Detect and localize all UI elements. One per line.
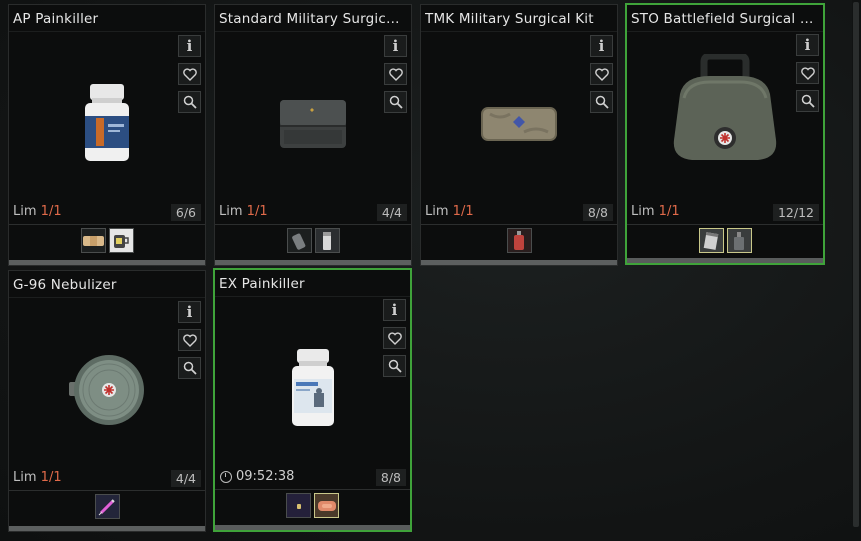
divider: [627, 224, 823, 225]
card-footer-bar: [9, 526, 205, 531]
requirement-slot[interactable]: [286, 493, 311, 518]
stock-count: 4/4: [170, 470, 201, 487]
card-footer-bar: [9, 260, 205, 265]
divider: [421, 31, 617, 32]
limit-text: Lim: [13, 204, 37, 219]
divider: [9, 297, 205, 298]
notepad-icon: [703, 231, 719, 250]
limit-value: 1/1: [658, 204, 680, 219]
item-card-sto-battlefield-surgical[interactable]: STO Battlefield Surgical S... i Lim 1/1 …: [625, 3, 825, 265]
requirement-slot[interactable]: [726, 228, 752, 253]
limit-text: Lim: [13, 470, 37, 485]
divider: [9, 490, 205, 491]
limit-label: Lim 1/1: [631, 204, 680, 219]
requirement-slot[interactable]: [314, 493, 339, 518]
scrollbar-thumb[interactable]: [853, 2, 859, 527]
limit-value: 1/1: [40, 204, 62, 219]
item-image: [9, 315, 205, 465]
small-pill-icon: [296, 503, 301, 509]
item-title: AP Painkiller: [13, 11, 99, 27]
canister-icon: [514, 230, 524, 250]
divider: [9, 31, 205, 32]
divider: [215, 224, 411, 225]
divider: [215, 296, 410, 297]
requirement-slot[interactable]: [314, 228, 340, 253]
item-image: [215, 314, 410, 464]
stock-count: 8/8: [375, 469, 406, 486]
limit-text: Lim: [219, 204, 243, 219]
requirement-slot[interactable]: [286, 228, 312, 253]
soap-icon: [317, 500, 336, 511]
stock-count: 4/4: [376, 204, 407, 221]
limit-value: 1/1: [246, 204, 268, 219]
divider: [215, 31, 411, 32]
item-card-ap-painkiller[interactable]: AP Painkiller i Lim 1/1 6/6: [8, 4, 206, 266]
limit-text: Lim: [425, 204, 449, 219]
bandage-icon: [82, 235, 104, 246]
clock-icon: [220, 470, 232, 483]
requirement-slot[interactable]: [94, 494, 120, 519]
battlefield-bag-image: [673, 54, 777, 160]
requirements-row: [215, 493, 410, 519]
timer-value: 09:52:38: [236, 469, 295, 484]
limit-text: Lim: [631, 204, 655, 219]
item-image: [215, 49, 411, 199]
nebulizer-image: [69, 355, 144, 425]
item-image: [421, 49, 617, 199]
requirements-row: [627, 228, 823, 254]
limit-value: 1/1: [452, 204, 474, 219]
surgical-kit-image: [481, 107, 557, 141]
requirements-row: [9, 228, 205, 254]
item-title: G-96 Nebulizer: [13, 277, 117, 293]
limit-label: Lim 1/1: [13, 204, 62, 219]
divider: [9, 224, 205, 225]
item-image: [627, 25, 823, 195]
limit-label: Lim 1/1: [219, 204, 268, 219]
item-card-ex-painkiller[interactable]: EX Painkiller i 09:52:38 8/8: [213, 268, 412, 532]
surgical-pouch-image: [280, 100, 346, 148]
pill-bottle-image: [291, 349, 334, 426]
limit-label: Lim 1/1: [13, 470, 62, 485]
item-card-tmk-military-surgical-kit[interactable]: TMK Military Surgical Kit i Lim 1/1 8/8: [420, 4, 618, 266]
limit-value: 1/1: [40, 470, 62, 485]
syringe-icon: [98, 498, 115, 515]
pill-bottle-image: [85, 84, 129, 161]
item-title: Standard Military Surgical...: [219, 11, 407, 27]
divider: [421, 224, 617, 225]
limit-label: Lim 1/1: [425, 204, 474, 219]
card-footer-bar: [421, 260, 617, 265]
requirements-row: [421, 228, 617, 254]
requirements-row: [9, 494, 205, 520]
battery-icon: [292, 233, 306, 250]
stock-count: 8/8: [582, 204, 613, 221]
item-card-standard-military-surgical[interactable]: Standard Military Surgical... i Lim 1/1 …: [214, 4, 412, 266]
item-card-g96-nebulizer[interactable]: G-96 Nebulizer i Lim 1/1 4/4: [8, 270, 206, 532]
divider: [215, 489, 410, 490]
item-title: EX Painkiller: [219, 276, 305, 292]
item-image: [9, 49, 205, 199]
requirement-slot[interactable]: [698, 228, 724, 253]
card-footer-bar: [627, 258, 823, 263]
requirement-slot[interactable]: [80, 228, 106, 253]
requirements-row: [215, 228, 411, 254]
item-title: TMK Military Surgical Kit: [425, 11, 594, 27]
card-footer-bar: [215, 525, 410, 530]
stock-count: 6/6: [170, 204, 201, 221]
card-footer-bar: [215, 260, 411, 265]
stock-count: 12/12: [772, 204, 819, 221]
mug-icon: [114, 234, 129, 248]
bottle-icon: [734, 231, 744, 250]
restock-timer: 09:52:38: [220, 469, 294, 484]
requirement-slot[interactable]: [506, 228, 532, 253]
tube-icon: [323, 231, 331, 250]
requirement-slot[interactable]: [108, 228, 134, 253]
